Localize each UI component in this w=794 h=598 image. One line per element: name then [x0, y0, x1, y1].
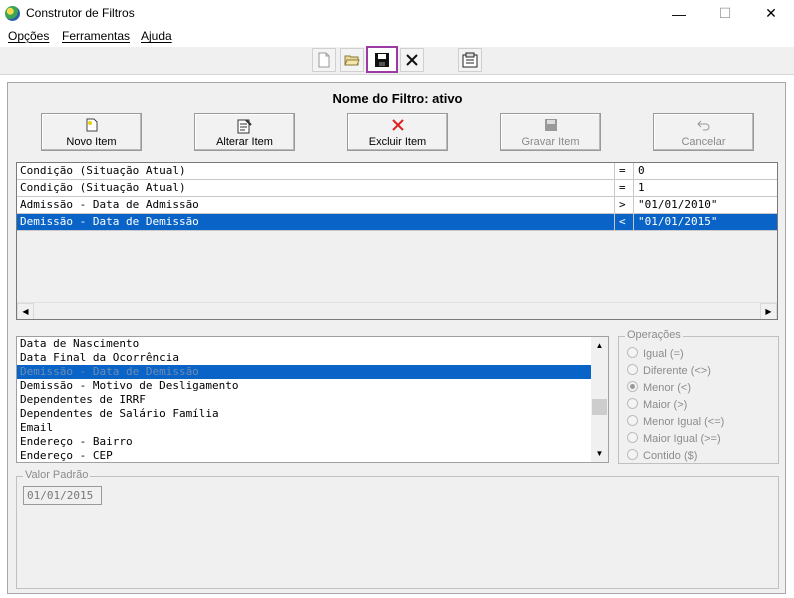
grid-divider [633, 163, 634, 231]
delete-item-icon [348, 118, 447, 134]
horizontal-scrollbar[interactable]: ◀ ▶ [17, 302, 777, 319]
title-bar: Construtor de Filtros — ☐ ✕ [0, 0, 794, 27]
save-item-icon [501, 118, 600, 134]
delete-x-icon [406, 54, 418, 66]
radio-icon [627, 398, 638, 409]
properties-button[interactable] [458, 48, 482, 72]
toolbar [0, 46, 794, 75]
grid-divider [614, 163, 615, 231]
menu-ferramentas[interactable]: Ferramentas [62, 29, 130, 43]
list-item[interactable]: Endereço - Bairro [17, 435, 593, 449]
menu-opcoes[interactable]: Opções [8, 29, 49, 43]
list-item[interactable]: Dependentes de Salário Família [17, 407, 593, 421]
excluir-item-button[interactable]: Excluir Item [347, 113, 448, 151]
save-button[interactable] [366, 46, 398, 73]
undo-icon [654, 118, 753, 134]
grid-row[interactable]: Condição (Situação Atual) = 0 [17, 163, 777, 180]
chevron-down-icon[interactable]: ▼ [591, 445, 608, 462]
op-contido[interactable]: Contido ($) [627, 449, 697, 462]
default-value-title: Valor Padrão [23, 469, 91, 481]
list-item[interactable]: Demissão - Motivo de Desligamento [17, 379, 593, 393]
list-item[interactable]: Email [17, 421, 593, 435]
maximize-button[interactable]: ☐ [702, 0, 748, 27]
conditions-grid[interactable]: Condição (Situação Atual) = 0 Condição (… [16, 162, 778, 320]
menu-bar: Opções Ferramentas Ajuda [0, 27, 794, 47]
radio-checked-icon [627, 381, 638, 392]
radio-icon [627, 415, 638, 426]
default-value-group: Valor Padrão 01/01/2015 [16, 469, 779, 589]
scroll-left-icon[interactable]: ◀ [17, 303, 34, 319]
radio-icon [627, 364, 638, 375]
gravar-item-button[interactable]: Gravar Item [500, 113, 601, 151]
op-diferente[interactable]: Diferente (<>) [627, 364, 711, 377]
delete-button[interactable] [400, 48, 424, 72]
radio-icon [627, 432, 638, 443]
edit-item-icon [195, 118, 294, 134]
operations-group: Operações Igual (=) Diferente (<>) Menor… [618, 329, 779, 464]
open-file-button[interactable] [340, 48, 364, 72]
op-igual[interactable]: Igual (=) [627, 347, 684, 360]
list-item[interactable]: Data Final da Ocorrência [17, 351, 593, 365]
op-maior[interactable]: Maior (>) [627, 398, 687, 411]
new-item-icon [42, 118, 141, 134]
op-menor-igual[interactable]: Menor Igual (<=) [627, 415, 724, 428]
minimize-button[interactable]: — [656, 0, 702, 27]
list-item-selected[interactable]: Demissão - Data de Demissão [17, 365, 593, 379]
new-file-button[interactable] [312, 48, 336, 72]
app-icon [5, 6, 20, 21]
op-menor[interactable]: Menor (<) [627, 381, 691, 394]
grid-row[interactable]: Condição (Situação Atual) = 1 [17, 180, 777, 197]
alterar-item-button[interactable]: Alterar Item [194, 113, 295, 151]
vertical-scrollbar[interactable]: ▲ ▼ [591, 337, 608, 462]
grid-row-selected[interactable]: Demissão - Data de Demissão < "01/01/201… [17, 214, 777, 231]
list-item[interactable]: Data de Nascimento [17, 337, 593, 351]
filter-name: Nome do Filtro: ativo [332, 91, 463, 106]
main-panel: Nome do Filtro: ativo Novo Item Alterar … [7, 82, 786, 594]
close-button[interactable]: ✕ [748, 0, 794, 27]
radio-icon [627, 347, 638, 358]
list-item[interactable]: Endereço - CEP [17, 449, 593, 462]
operations-title: Operações [625, 329, 683, 341]
save-icon [375, 52, 389, 67]
default-value-field[interactable]: 01/01/2015 [23, 486, 102, 505]
scroll-right-icon[interactable]: ▶ [760, 303, 777, 319]
chevron-up-icon[interactable]: ▲ [591, 337, 608, 354]
grid-row[interactable]: Admissão - Data de Admissão > "01/01/201… [17, 197, 777, 214]
cancelar-button[interactable]: Cancelar [653, 113, 754, 151]
list-item[interactable]: Dependentes de IRRF [17, 393, 593, 407]
radio-icon [627, 449, 638, 460]
scroll-thumb[interactable] [592, 399, 607, 415]
new-file-icon [318, 52, 330, 68]
properties-icon [462, 52, 478, 68]
menu-ajuda[interactable]: Ajuda [141, 29, 172, 43]
window-title: Construtor de Filtros [26, 6, 135, 20]
open-folder-icon [344, 55, 360, 66]
novo-item-button[interactable]: Novo Item [41, 113, 142, 151]
op-maior-igual[interactable]: Maior Igual (>=) [627, 432, 721, 445]
fields-listbox[interactable]: Data de Nascimento Data Final da Ocorrên… [16, 336, 609, 463]
